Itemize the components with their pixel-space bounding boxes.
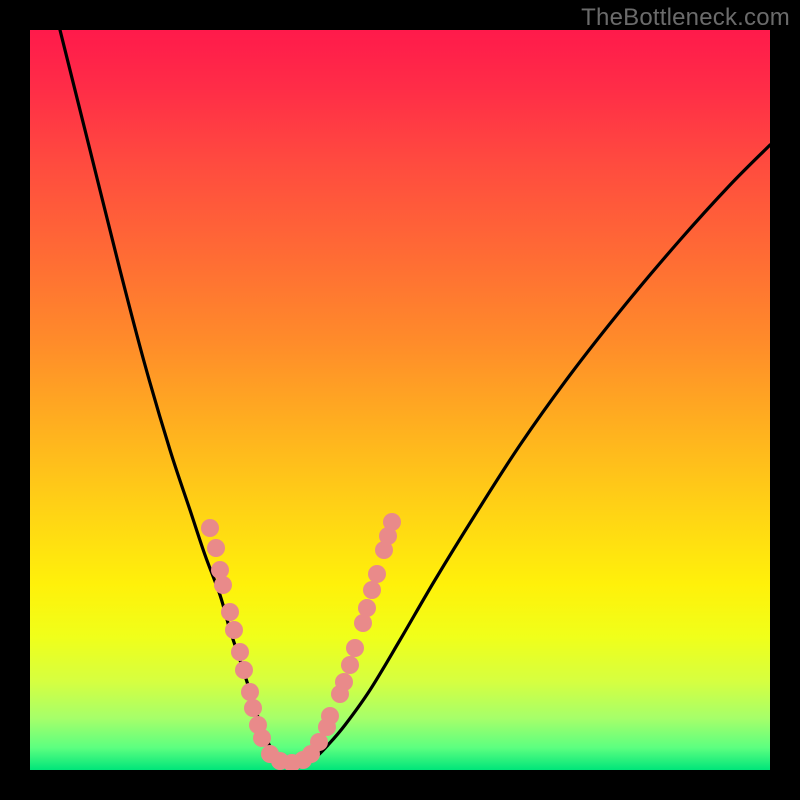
data-dot (221, 603, 239, 621)
data-dot (321, 707, 339, 725)
data-dot (211, 561, 229, 579)
data-dot (201, 519, 219, 537)
data-dot (335, 673, 353, 691)
data-dot (346, 639, 364, 657)
data-dot (214, 576, 232, 594)
data-dot (235, 661, 253, 679)
data-dot (231, 643, 249, 661)
curve-layer (30, 30, 770, 770)
plot-area (30, 30, 770, 770)
data-dot (363, 581, 381, 599)
data-dot (207, 539, 225, 557)
watermark-text: TheBottleneck.com (581, 4, 790, 32)
data-dot (244, 699, 262, 717)
data-dot (368, 565, 386, 583)
bottleneck-curve (60, 30, 770, 767)
data-dot (358, 599, 376, 617)
data-dot (341, 656, 359, 674)
data-dot (241, 683, 259, 701)
data-dot (225, 621, 243, 639)
chart-frame: TheBottleneck.com (0, 0, 800, 800)
data-dot (253, 729, 271, 747)
data-dot (383, 513, 401, 531)
data-dots (201, 513, 401, 770)
